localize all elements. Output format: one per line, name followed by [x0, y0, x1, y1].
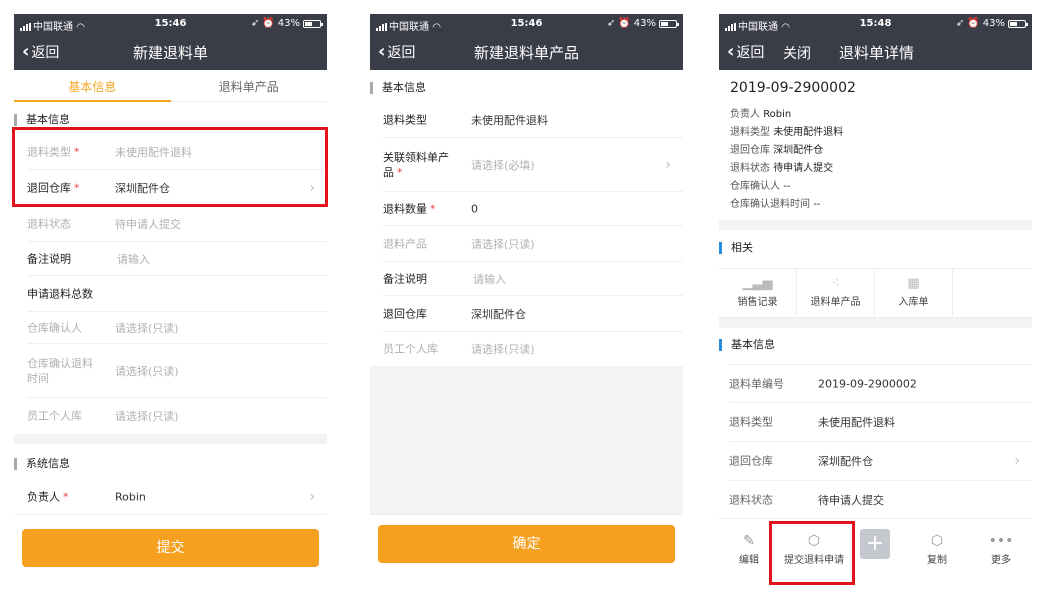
tab-basic-info[interactable]: 基本信息 [14, 70, 171, 102]
field-return-warehouse[interactable]: 退回仓库 深圳配件仓 [383, 296, 683, 332]
field-owner[interactable]: 负责人 * Robin › [27, 479, 327, 515]
confirm-button[interactable]: 确定 [378, 525, 675, 563]
bottom-bar: 确定 [370, 514, 683, 584]
action-toolbar: ✎ 编辑 ⬡ 提交退料申请 + ⬡ 复制 ••• 更多 [719, 518, 1032, 584]
summary-status: 退料状态 待申请人提交 [730, 163, 834, 174]
field-document-number: 退料单编号 2019-09-2900002 [729, 364, 1032, 403]
summary-confirm-time: 仓库确认退料时间 -- [730, 199, 821, 210]
related-return-products[interactable]: ⁖ 退料单产品 [797, 269, 875, 317]
alarm-icon: ⏰ [967, 18, 980, 29]
summary-return-type: 退料类型 未使用配件退料 [730, 127, 844, 138]
field-personal-stock: 员工个人库 请选择(只读) [27, 409, 179, 424]
more-dots-icon: ••• [988, 533, 1014, 549]
related-list: ▁▃▅ 销售记录 ⁖ 退料单产品 ▦ 入库单 [719, 268, 1032, 318]
screen-return-order-detail: 中国联通 ◠ 15:48 ➶ ⏰ 43% ‹ 返回 关闭 退料单详情 2019-09-… [719, 14, 1032, 584]
screen-new-return-product: 中国联通 ◠ 15:46 ➶ ⏰ 43% ‹ 返回 新建退料单产品 基本信息 退料类型… [370, 14, 683, 584]
page-title: 新建退料单 [132, 44, 208, 62]
field-total-quantity: 申请退料总数 [27, 276, 327, 312]
highlight-box [12, 127, 328, 207]
chevron-right-icon: › [1014, 453, 1020, 469]
nav-bar: ‹ 返回 新建退料单产品 [370, 34, 683, 70]
battery-label: 43% [982, 18, 1005, 29]
divider [719, 220, 1032, 230]
field-confirm-time: 仓库确认退料时间 请选择(只读) [27, 344, 327, 398]
status-bar: 中国联通 ◠ 15:46 ➶ ⏰ 43% [14, 14, 327, 34]
page-title: 退料单详情 [839, 44, 915, 62]
screen-new-return-order: 中国联通 ◠ 15:46 ➶ ⏰ 43% ‹ 返回 新建退料单 基本信息 退料单产品 … [14, 14, 327, 584]
summary-confirmer: 仓库确认人 -- [730, 181, 791, 192]
remark-input[interactable]: 请输入 [117, 251, 150, 267]
battery-icon [659, 19, 679, 28]
nav-bar: ‹ 返回 新建退料单 [14, 34, 327, 70]
section-related: 相关 [719, 236, 1032, 260]
tab-bar: 基本信息 退料单产品 [14, 70, 327, 102]
grid-icon: ▦ [907, 276, 920, 291]
chevron-left-icon: ‹ [727, 41, 735, 62]
nav-bar: ‹ 返回 关闭 退料单详情 [719, 34, 1032, 70]
detail-summary: 2019-09-2900002 负责人 Robin 退料类型 未使用配件退料 退… [719, 70, 1032, 224]
section-system-info: 系统信息 [14, 452, 327, 476]
remark-input[interactable]: 请输入 [473, 271, 506, 287]
location-icon: ➶ [606, 18, 616, 29]
highlight-box [769, 521, 855, 585]
field-linked-pick-product[interactable]: 关联领料单产品 * 请选择(必填) › [383, 138, 683, 192]
battery-icon [303, 19, 323, 28]
divider [719, 318, 1032, 328]
battery-label: 43% [633, 18, 656, 29]
field-return-type: 退料类型 未使用配件退料 [729, 403, 1032, 442]
related-inbound-orders[interactable]: ▦ 入库单 [875, 269, 953, 317]
field-return-type: 退料类型 未使用配件退料 [383, 102, 683, 138]
submit-button[interactable]: 提交 [22, 529, 319, 567]
battery-label: 43% [277, 18, 300, 29]
section-basic-info: 基本信息 [719, 333, 1032, 357]
summary-warehouse: 退回仓库 深圳配件仓 [730, 145, 824, 156]
field-remark[interactable]: 备注说明 请输入 [27, 242, 327, 276]
status-bar: 中国联通 ◠ 15:48 ➶ ⏰ 43% [719, 14, 1032, 34]
chevron-right-icon: › [309, 488, 315, 505]
page-title: 新建退料单产品 [473, 44, 579, 62]
cluster-icon: ⁖ [831, 276, 840, 291]
field-return-status: 退料状态 待申请人提交 [27, 206, 327, 242]
alarm-icon: ⏰ [262, 18, 275, 29]
alarm-icon: ⏰ [618, 18, 631, 29]
field-personal-stock: 员工个人库 请选择(只读) [383, 342, 535, 357]
related-sales-records[interactable]: ▁▃▅ 销售记录 [719, 269, 797, 317]
more-button[interactable]: ••• 更多 [971, 531, 1031, 566]
quantity-input[interactable]: 0 [471, 202, 478, 215]
field-return-warehouse[interactable]: 退回仓库 深圳配件仓 › [729, 442, 1032, 481]
battery-icon [1008, 19, 1028, 28]
plus-icon: + [865, 531, 885, 556]
copy-button[interactable]: ⬡ 复制 [907, 531, 967, 566]
field-return-quantity[interactable]: 退料数量 * 0 [383, 192, 683, 226]
status-bar: 中国联通 ◠ 15:46 ➶ ⏰ 43% [370, 14, 683, 34]
close-button[interactable]: 关闭 [783, 43, 811, 63]
back-button[interactable]: ‹ 返回 [727, 42, 764, 62]
location-icon: ➶ [250, 18, 260, 29]
document-number: 2019-09-2900002 [730, 80, 856, 96]
field-return-status: 退料状态 待申请人提交 [729, 481, 1032, 520]
divider [14, 434, 327, 444]
field-remark[interactable]: 备注说明 请输入 [383, 262, 683, 296]
tab-return-products[interactable]: 退料单产品 [171, 70, 328, 101]
location-icon: ➶ [955, 18, 965, 29]
section-basic-info: 基本信息 [370, 76, 683, 100]
field-warehouse-confirmer: 仓库确认人 请选择(只读) [27, 312, 327, 344]
hexagon-icon: ⬡ [930, 533, 944, 549]
field-return-product: 退料产品 请选择(只读) [383, 226, 683, 262]
chevron-right-icon: › [665, 156, 671, 173]
empty-area [370, 366, 683, 514]
bottom-bar: 提交 [14, 514, 327, 584]
add-button[interactable]: + [860, 529, 890, 559]
summary-owner: 负责人 Robin [730, 109, 792, 120]
bar-chart-icon: ▁▃▅ [742, 276, 773, 291]
